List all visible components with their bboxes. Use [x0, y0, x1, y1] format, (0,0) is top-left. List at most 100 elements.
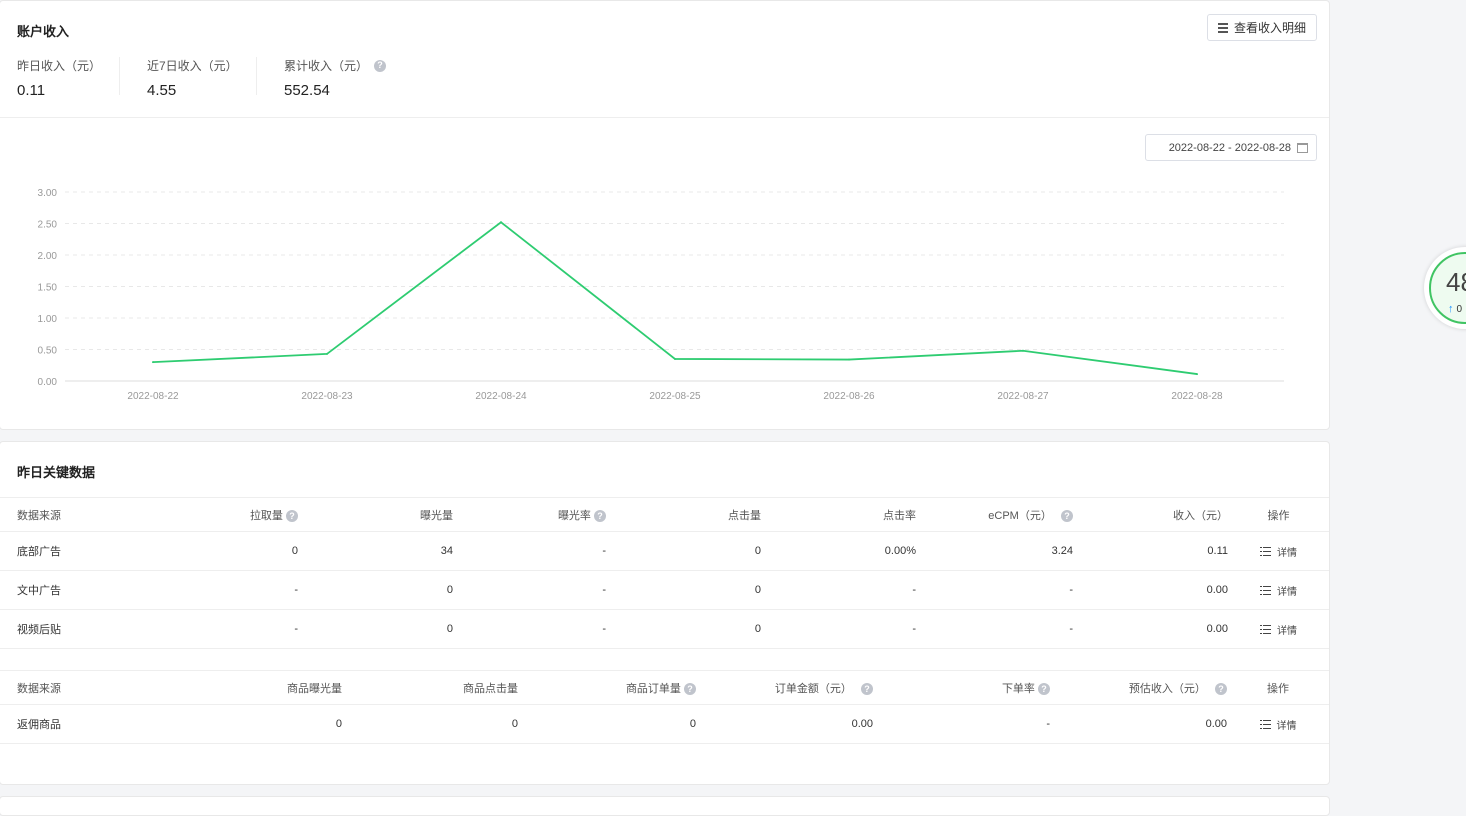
table-cell: 0	[298, 570, 453, 610]
help-icon[interactable]: ?	[861, 683, 873, 695]
details-link[interactable]: 详情	[1259, 717, 1297, 732]
date-range-value: 2022-08-22 - 2022-08-28	[1168, 141, 1291, 154]
col-header-text: 商品订单量	[625, 682, 681, 695]
stat-7days: 近7日收入（元） 4.55	[119, 57, 256, 99]
stat-label-text: 累计收入（元）	[284, 59, 369, 73]
col-header: 数据来源	[0, 670, 170, 705]
y-tick-label: 0.00	[38, 377, 58, 388]
y-tick-label: 3.00	[38, 188, 58, 199]
list-icon	[1259, 719, 1271, 729]
data-point[interactable]	[326, 352, 328, 355]
table-cell: 0.00	[1073, 609, 1228, 649]
help-icon[interactable]: ?	[1038, 683, 1050, 695]
table-cell: -	[761, 570, 916, 610]
income-card: 账户收入 查看收入明细 昨日收入（元） 0.11 近7日收入（元） 4.55 累…	[0, 0, 1330, 430]
table-cell: 0	[342, 704, 518, 744]
ad-data-table: 数据来源 拉取量 ? 曝光量 曝光率 ? 点击量 点击率 eCPM（元） ? 收…	[0, 497, 1329, 649]
stat-label: 累计收入（元） ?	[284, 57, 404, 74]
table-row: 文中广告 -0-0- -0.00 详情	[0, 570, 1329, 610]
key-data-card: 昨日关键数据 数据来源 拉取量 ? 曝光量 曝光率 ? 点击量 点击率 eCPM…	[0, 441, 1330, 785]
score-sub-value: 0	[1456, 303, 1463, 315]
y-tick-label: 2.50	[38, 220, 58, 231]
col-header: 拉取量 ?	[145, 497, 298, 532]
table-cell: 0	[170, 704, 342, 744]
score-ring: 48 ↑ 0	[1429, 252, 1466, 324]
table-cell: 0	[606, 531, 761, 571]
series-line	[152, 221, 1198, 375]
col-header: 收入（元）	[1073, 497, 1228, 532]
data-point[interactable]	[1022, 349, 1024, 352]
col-header-text: 拉取量	[249, 509, 283, 522]
row-source-cell: 视频后贴	[0, 609, 145, 649]
details-link[interactable]: 详情	[1260, 583, 1297, 598]
col-header: 下单率 ?	[873, 670, 1050, 705]
col-header: 订单金额（元） ?	[696, 670, 873, 705]
help-icon[interactable]: ?	[594, 510, 606, 522]
data-point[interactable]	[1196, 373, 1198, 376]
y-tick-label: 1.00	[38, 314, 58, 325]
y-tick-label: 0.50	[38, 346, 58, 357]
score-number: 48	[1446, 267, 1466, 297]
table-cell: -	[453, 531, 606, 571]
date-range-picker[interactable]: 2022-08-22 - 2022-08-28	[1145, 134, 1317, 161]
help-icon[interactable]: ?	[684, 683, 696, 695]
income-stats: 昨日收入（元） 0.11 近7日收入（元） 4.55 累计收入（元） ? 552…	[17, 57, 404, 99]
col-header: 预估收入（元） ?	[1050, 670, 1227, 705]
table-cell: 0	[298, 609, 453, 649]
table-cell: -	[453, 570, 606, 610]
data-point[interactable]	[848, 358, 850, 361]
data-point[interactable]	[500, 221, 502, 224]
stat-yesterday: 昨日收入（元） 0.11	[17, 57, 119, 99]
table-header-row: 数据来源 商品曝光量 商品点击量 商品订单量 ? 订单金额（元） ? 下单率 ?…	[0, 670, 1329, 705]
col-header-text: eCPM（元）	[988, 509, 1052, 522]
col-header-text: 预估收入（元）	[1128, 682, 1206, 695]
stat-total: 累计收入（元） ? 552.54	[256, 57, 404, 99]
data-point[interactable]	[674, 357, 676, 360]
table-cell: 0.00	[1050, 704, 1227, 744]
col-header: 点击率	[761, 497, 916, 532]
help-icon[interactable]: ?	[1061, 510, 1073, 522]
col-header: 点击量	[606, 497, 761, 532]
table-cell: 3.24	[916, 531, 1073, 571]
details-link[interactable]: 详情	[1260, 622, 1297, 637]
table-row: 底部广告 0 34-0 0.00% 3.24 0.11 详情	[0, 531, 1329, 571]
col-header: 数据来源	[0, 497, 145, 532]
table-cell: 0	[606, 609, 761, 649]
action-cell: 详情	[1228, 531, 1329, 571]
floating-score-widget[interactable]: 48 ↑ 0	[1424, 247, 1466, 329]
view-income-detail-label: 查看收入明细	[1233, 21, 1306, 35]
list-icon	[1260, 585, 1271, 595]
x-tick-label: 2022-08-22	[127, 391, 179, 402]
table-row: 返佣商品 0 0 0 0.00-0.00 详情	[0, 704, 1329, 744]
x-tick-label: 2022-08-27	[997, 391, 1049, 402]
commission-data-table: 数据来源 商品曝光量 商品点击量 商品订单量 ? 订单金额（元） ? 下单率 ?…	[0, 670, 1329, 744]
income-title: 账户收入	[17, 24, 70, 39]
help-icon[interactable]: ?	[374, 59, 387, 72]
col-header: 操作	[1227, 670, 1329, 705]
stat-value: 552.54	[284, 82, 330, 99]
table-cell: -	[761, 609, 916, 649]
view-income-detail-button[interactable]: 查看收入明细	[1206, 14, 1317, 41]
row-source-cell: 返佣商品	[0, 704, 170, 744]
x-tick-label: 2022-08-25	[649, 391, 701, 402]
help-icon[interactable]: ?	[286, 510, 298, 522]
divider	[0, 117, 1329, 118]
menu-icon	[1217, 23, 1228, 33]
key-data-title: 昨日关键数据	[17, 465, 96, 480]
col-header: eCPM（元） ?	[916, 497, 1073, 532]
table-cell: -	[145, 570, 298, 610]
y-tick-label: 1.50	[38, 283, 58, 294]
details-link[interactable]: 详情	[1260, 544, 1297, 559]
table-cell: 0	[145, 531, 298, 571]
list-icon	[1260, 546, 1271, 556]
details-label: 详情	[1277, 625, 1297, 637]
col-header: 操作	[1228, 497, 1329, 532]
calendar-icon	[1297, 142, 1308, 153]
stat-value: 4.55	[147, 82, 177, 99]
help-icon[interactable]: ?	[1215, 683, 1227, 695]
data-point[interactable]	[152, 361, 154, 364]
stat-value: 0.11	[17, 82, 46, 99]
details-label: 详情	[1277, 586, 1297, 598]
table-cell: 0.11	[1073, 531, 1228, 571]
col-header-text: 下单率	[1001, 682, 1035, 695]
